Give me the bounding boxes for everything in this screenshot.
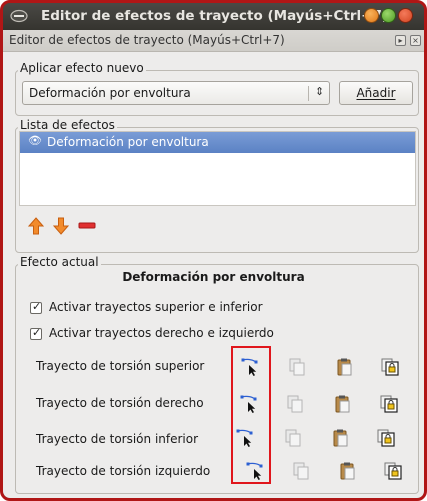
path-label-top: Trayecto de torsión superior: [36, 359, 205, 373]
copy-icon[interactable]: [291, 461, 311, 481]
list-item-label: Deformación por envoltura: [47, 135, 209, 149]
eye-icon[interactable]: 👁: [28, 134, 42, 147]
dock-close-button[interactable]: ×: [410, 35, 421, 46]
close-button[interactable]: [398, 8, 413, 23]
maximize-button[interactable]: [381, 8, 396, 23]
copy-icon[interactable]: [285, 394, 305, 414]
minimize-button[interactable]: [364, 8, 379, 23]
link-to-path-icon[interactable]: [379, 394, 399, 414]
copy-icon[interactable]: [283, 428, 303, 448]
link-to-path-icon[interactable]: [380, 357, 400, 377]
effect-select-value: Deformación por envoltura: [29, 86, 191, 100]
link-to-path-icon[interactable]: [383, 461, 403, 481]
dock-iconify-button[interactable]: ▸: [395, 35, 406, 46]
dock-title: Editor de efectos de trayecto (Mayús+Ctr…: [9, 33, 285, 47]
checkbox-top-bottom[interactable]: ✓: [30, 300, 42, 314]
paste-icon[interactable]: [337, 461, 357, 481]
checkbox-top-bottom-label[interactable]: Activar trayectos superior e inferior: [49, 300, 263, 314]
dialog-body: Editor de efectos de trayecto (Mayús+Ctr…: [3, 30, 424, 498]
add-button-label: Añadir: [356, 86, 396, 100]
paste-icon[interactable]: [334, 357, 354, 377]
current-effect-label: Efecto actual: [18, 255, 101, 269]
checkbox-right-left-label[interactable]: Activar trayectos derecho e izquierdo: [49, 326, 274, 340]
current-effect-title: Deformación por envoltura: [122, 270, 305, 284]
effect-list[interactable]: 👁 Deformación por envoltura: [19, 131, 416, 206]
highlight-box: [231, 346, 271, 484]
path-label-right: Trayecto de torsión derecho: [36, 396, 204, 410]
add-button[interactable]: Añadir: [339, 81, 413, 105]
link-to-path-icon[interactable]: [376, 428, 396, 448]
remove-icon[interactable]: [77, 216, 97, 236]
apply-effect-label: Aplicar efecto nuevo: [18, 61, 146, 75]
combo-separator: [308, 86, 309, 101]
move-down-icon[interactable]: [51, 216, 71, 236]
combo-updown-icon: ⇕: [315, 85, 325, 98]
list-item[interactable]: 👁 Deformación por envoltura: [20, 132, 415, 153]
path-label-bottom: Trayecto de torsión inferior: [36, 432, 199, 446]
paste-icon[interactable]: [330, 428, 350, 448]
dock-titlebar: Editor de efectos de trayecto (Mayús+Ctr…: [3, 30, 424, 52]
checkbox-right-left[interactable]: ✓: [30, 326, 42, 340]
effect-select[interactable]: Deformación por envoltura ⇕: [22, 81, 330, 105]
copy-icon[interactable]: [287, 357, 307, 377]
move-up-icon[interactable]: [26, 216, 46, 236]
window-title: Editor de efectos de trayecto (Mayús+Ctr…: [41, 8, 389, 24]
window-titlebar[interactable]: Editor de efectos de trayecto (Mayús+Ctr…: [3, 3, 424, 30]
path-label-left: Trayecto de torsión izquierdo: [36, 464, 211, 478]
paste-icon[interactable]: [332, 394, 352, 414]
window-menu-icon[interactable]: [10, 9, 28, 23]
current-effect-group: [15, 264, 419, 494]
window-frame: Editor de efectos de trayecto (Mayús+Ctr…: [0, 0, 427, 501]
effect-list-label: Lista de efectos: [18, 118, 117, 132]
